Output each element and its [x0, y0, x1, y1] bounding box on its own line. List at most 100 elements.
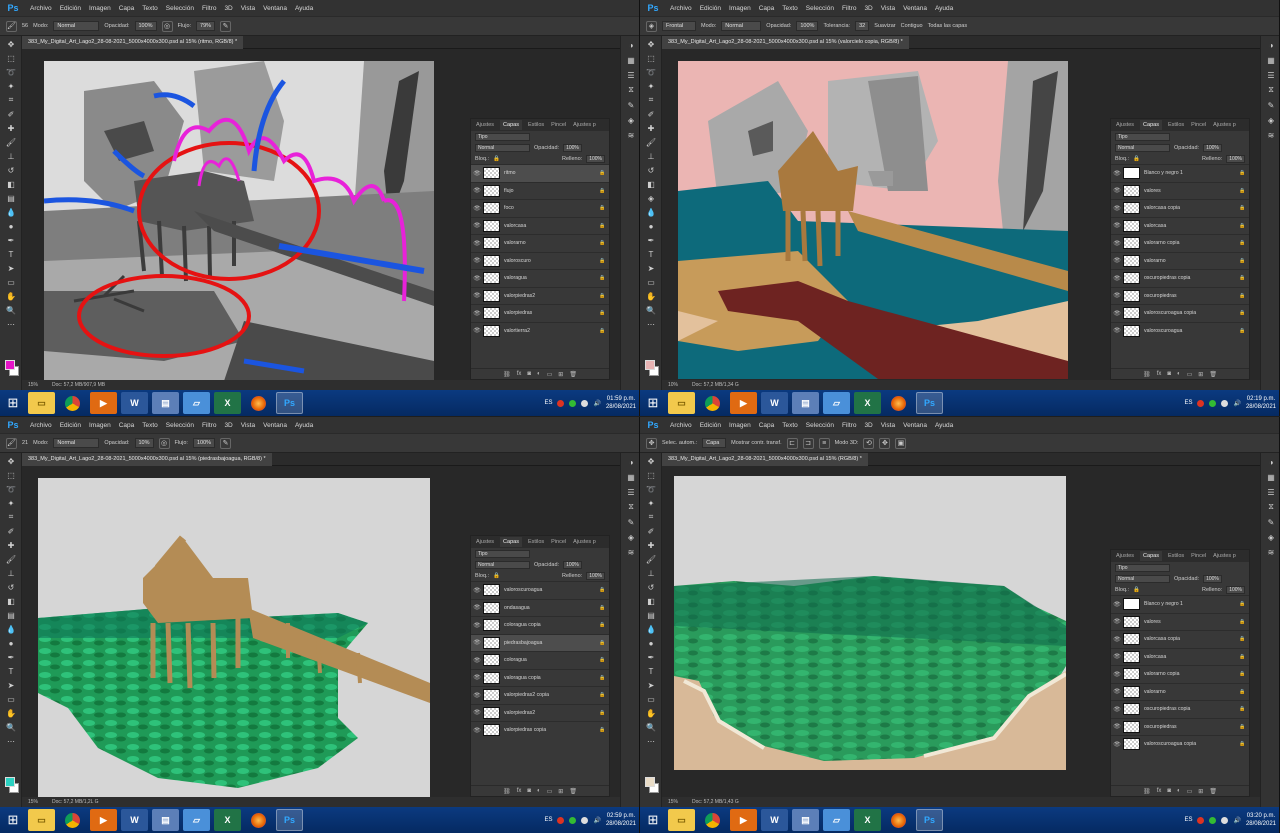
more-tools-icon[interactable]: ⋯: [4, 735, 18, 747]
autoselect-checkbox[interactable]: Selec. autom.:: [662, 440, 697, 446]
menu-ventana[interactable]: Ventana: [259, 422, 291, 429]
eyedropper-icon[interactable]: ✐: [644, 525, 658, 537]
clock[interactable]: 03:20 p.m. 28/08/2021: [1246, 812, 1276, 828]
menu-capa[interactable]: Capa: [755, 5, 779, 12]
language-indicator[interactable]: ES: [1184, 400, 1192, 406]
layer-opacity-field[interactable]: 100%: [563, 560, 582, 569]
canvas[interactable]: [674, 476, 1066, 770]
firefox-icon[interactable]: [885, 809, 912, 831]
visibility-eye-icon[interactable]: 👁: [1111, 671, 1123, 678]
layer-name[interactable]: valoragua: [504, 275, 599, 281]
layer-name[interactable]: foco: [504, 205, 599, 211]
layer-name[interactable]: piedrasbajoagua: [504, 640, 599, 646]
mask-icon[interactable]: ◙: [527, 371, 531, 377]
marquee-tool-icon[interactable]: ⬚: [644, 469, 658, 481]
type-tool-icon[interactable]: T: [644, 665, 658, 677]
brush-panel-icon[interactable]: ✎: [1265, 99, 1277, 111]
swatches-panel-icon[interactable]: ▦: [625, 471, 637, 483]
layer-row[interactable]: 👁 oscuropiedras copia 🔒: [1111, 700, 1249, 718]
menu-ayuda[interactable]: Ayuda: [291, 5, 317, 12]
quick-select-icon[interactable]: ✦: [4, 497, 18, 509]
eraser-icon[interactable]: ◧: [4, 178, 18, 190]
network-icon[interactable]: [581, 816, 589, 824]
clock[interactable]: 02:19 p.m. 28/08/2021: [1246, 395, 1276, 411]
layer-name[interactable]: valoroscuro: [504, 258, 599, 264]
history-brush-icon[interactable]: ↺: [644, 581, 658, 593]
menu-3d[interactable]: 3D: [220, 422, 236, 429]
menu-edicion[interactable]: Edición: [56, 5, 85, 12]
tab-ajustes[interactable]: Ajustes: [475, 539, 495, 545]
group-icon[interactable]: ▭: [1187, 371, 1193, 378]
clone-stamp-icon[interactable]: ⊥: [4, 567, 18, 579]
menu-imagen[interactable]: Imagen: [725, 422, 755, 429]
history-panel-icon[interactable]: ⧖: [1265, 84, 1277, 96]
security-icon[interactable]: [569, 816, 577, 824]
visibility-eye-icon[interactable]: 👁: [471, 170, 483, 177]
mode-select[interactable]: Normal: [53, 21, 100, 31]
menu-3d[interactable]: 3D: [220, 5, 236, 12]
layer-row[interactable]: 👁 valorpiedras copia 🔒: [471, 721, 609, 739]
layer-name[interactable]: valoroscuroagua copia: [1144, 310, 1239, 316]
path-select-icon[interactable]: ➤: [4, 679, 18, 691]
tab-capas[interactable]: Capas: [1140, 551, 1162, 561]
layer-name[interactable]: valorpiedras: [504, 310, 599, 316]
layer-name[interactable]: valorpiedras copia: [504, 727, 599, 733]
canvas[interactable]: [678, 61, 1068, 379]
lock-icon[interactable]: 🔒: [493, 156, 500, 162]
gradient-icon[interactable]: ▤: [644, 609, 658, 621]
layer-name[interactable]: valorarno copia: [1144, 671, 1239, 677]
blur-icon[interactable]: 💧: [4, 623, 18, 635]
layer-name[interactable]: valorpiedras2: [504, 293, 599, 299]
tab-estilos[interactable]: Estilos: [1167, 553, 1185, 559]
move-tool-icon[interactable]: ✥: [4, 38, 18, 50]
type-tool-icon[interactable]: T: [4, 248, 18, 260]
eyedropper-icon[interactable]: ✐: [4, 108, 18, 120]
menu-imagen[interactable]: Imagen: [725, 5, 755, 12]
layer-row[interactable]: 👁 valoragua 🔒: [471, 269, 609, 287]
brush-tool-icon[interactable]: 🖌: [4, 553, 18, 565]
brush-size[interactable]: 56: [22, 23, 28, 29]
marquee-tool-icon[interactable]: ⬚: [4, 469, 18, 481]
clone-stamp-icon[interactable]: ⊥: [4, 150, 18, 162]
layer-name[interactable]: oscuropiedras: [1144, 724, 1239, 730]
properties-panel-icon[interactable]: ☰: [625, 486, 637, 498]
layers-panel-icon[interactable]: ◈: [625, 531, 637, 543]
layer-row[interactable]: 👁 valoroscuroagua copia 🔒: [1111, 304, 1249, 322]
eraser-icon[interactable]: ◧: [644, 178, 658, 190]
color-panel-icon[interactable]: ◑: [625, 39, 637, 51]
layer-row[interactable]: 👁 valorarno 🔒: [1111, 682, 1249, 701]
foreground-color-swatch[interactable]: [645, 777, 655, 787]
menu-archivo[interactable]: Archivo: [666, 5, 696, 12]
visibility-eye-icon[interactable]: 👁: [471, 604, 483, 611]
tab-ajustes-preestablecidos[interactable]: Ajustes p: [1212, 553, 1237, 559]
visibility-eye-icon[interactable]: 👁: [471, 639, 483, 646]
tab-ajustes-preestablecidos[interactable]: Ajustes p: [572, 539, 597, 545]
chrome-icon[interactable]: [699, 392, 726, 414]
color-panel-icon[interactable]: ◑: [625, 456, 637, 468]
menu-capa[interactable]: Capa: [755, 422, 779, 429]
visibility-eye-icon[interactable]: 👁: [471, 275, 483, 282]
layer-row[interactable]: 👁 oscuropiedras 🔒: [1111, 286, 1249, 305]
layer-row[interactable]: 👁 ritmo 🔒: [471, 164, 609, 182]
layer-name[interactable]: oscuropiedras copia: [1144, 275, 1239, 281]
brush-panel-icon[interactable]: ✎: [625, 99, 637, 111]
blend-mode-select[interactable]: Normal: [475, 560, 530, 569]
visibility-eye-icon[interactable]: 👁: [1111, 275, 1123, 282]
tab-ajustes-preestablecidos[interactable]: Ajustes p: [572, 122, 597, 128]
visibility-eye-icon[interactable]: 👁: [471, 727, 483, 734]
zoom-tool-icon[interactable]: 🔍: [644, 721, 658, 733]
menu-texto[interactable]: Texto: [138, 422, 162, 429]
tab-ajustes[interactable]: Ajustes: [475, 122, 495, 128]
layer-name[interactable]: valorcasa copia: [1144, 636, 1239, 642]
clock[interactable]: 02:59 p.m. 28/08/2021: [606, 812, 636, 828]
lasso-tool-icon[interactable]: ➰: [4, 483, 18, 495]
layer-row[interactable]: 👁 valores 🔒: [1111, 181, 1249, 200]
smooth-checkbox[interactable]: Suavizar: [874, 23, 895, 29]
layer-name[interactable]: Blanco y negro 1: [1144, 601, 1239, 607]
layer-name[interactable]: coloragua: [504, 657, 599, 663]
pan-3d-icon[interactable]: ✥: [879, 437, 891, 449]
word-icon[interactable]: W: [121, 809, 148, 831]
healing-brush-icon[interactable]: ✚: [644, 122, 658, 134]
photoshop-icon[interactable]: Ps: [916, 809, 943, 831]
crop-tool-icon[interactable]: ⌗: [4, 94, 18, 106]
